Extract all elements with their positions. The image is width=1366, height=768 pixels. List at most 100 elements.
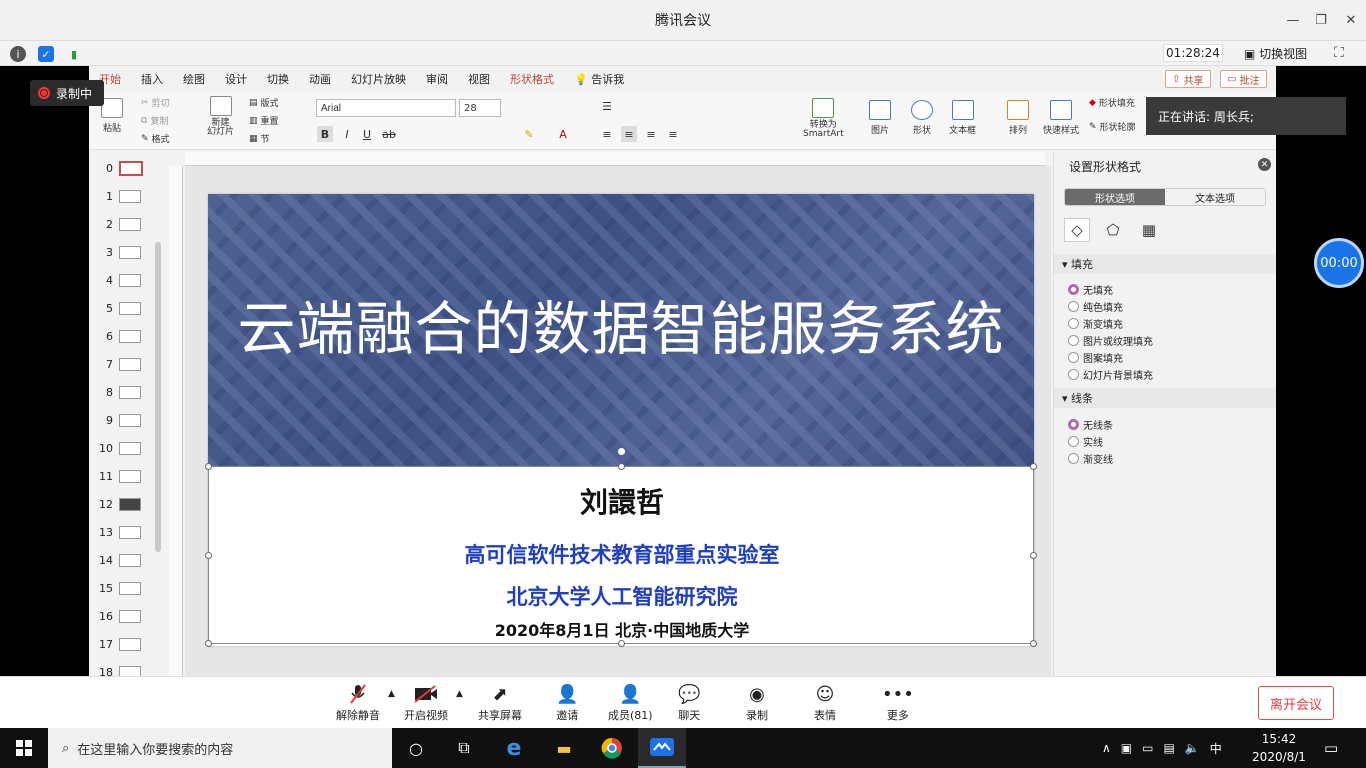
resize-handle[interactable] bbox=[205, 552, 212, 559]
maximize-button[interactable]: ❐ bbox=[1306, 0, 1336, 40]
effects-pentagon-icon[interactable]: ⬠ bbox=[1100, 218, 1126, 242]
record-button[interactable]: ◉ 录制 bbox=[746, 681, 768, 723]
leave-meeting-button[interactable]: 离开会议 bbox=[1258, 686, 1334, 720]
slide-thumb[interactable]: 6 bbox=[93, 322, 141, 350]
slide-thumb[interactable]: 1 bbox=[93, 182, 141, 210]
textbox-button[interactable]: 文本框 bbox=[949, 100, 976, 136]
fill-none-radio[interactable]: 无填充 bbox=[1068, 282, 1113, 297]
tab-insert[interactable]: 插入 bbox=[131, 66, 173, 92]
task-view-icon[interactable]: ⧉ bbox=[440, 728, 488, 768]
ime-indicator[interactable]: 中 bbox=[1210, 740, 1222, 757]
smartart-button[interactable]: 转换为 SmartArt bbox=[803, 98, 844, 139]
format-painter-button[interactable]: ✎ 格式 bbox=[141, 132, 170, 146]
shape-outline-button[interactable]: ✎ 形状轮廓 bbox=[1089, 120, 1136, 134]
tab-slideshow[interactable]: 幻灯片放映 bbox=[341, 66, 416, 92]
switch-view-button[interactable]: ▣ 切换视图 bbox=[1244, 45, 1307, 62]
shield-icon[interactable]: ✓ bbox=[38, 46, 54, 62]
slide-thumb[interactable]: 7 bbox=[93, 350, 141, 378]
fill-pattern-radio[interactable]: 图案填充 bbox=[1068, 350, 1123, 365]
font-color-icon[interactable]: A bbox=[555, 126, 571, 142]
slide-thumb[interactable]: 4 bbox=[93, 266, 141, 294]
video-options-caret[interactable]: ▲ bbox=[456, 689, 463, 699]
signal-icon[interactable]: ▮ bbox=[66, 46, 82, 62]
slide-thumb[interactable]: 18 bbox=[93, 658, 141, 676]
tab-draw[interactable]: 绘图 bbox=[173, 66, 215, 92]
minimize-button[interactable]: — bbox=[1278, 0, 1308, 40]
resize-handle[interactable] bbox=[1030, 552, 1037, 559]
bullets-icon[interactable]: ☰ bbox=[599, 98, 615, 114]
layout-button[interactable]: ▤ 版式 bbox=[249, 96, 279, 110]
fill-gradient-radio[interactable]: 渐变填充 bbox=[1068, 316, 1123, 331]
quick-style-button[interactable]: 快速样式 bbox=[1043, 100, 1079, 136]
slide-thumb[interactable]: 17 bbox=[93, 630, 141, 658]
size-properties-icon[interactable]: ▦ bbox=[1136, 218, 1162, 242]
taskbar-clock[interactable]: 15:42 2020/8/1 bbox=[1244, 730, 1314, 766]
cut-button[interactable]: ✂ 剪切 bbox=[141, 96, 170, 110]
tab-text-options[interactable]: 文本选项 bbox=[1165, 189, 1265, 205]
slide-title[interactable]: 云端融合的数据智能服务系统 bbox=[208, 282, 1034, 366]
line-solid-radio[interactable]: 实线 bbox=[1068, 434, 1103, 449]
align-left-icon[interactable]: ≡ bbox=[599, 126, 615, 142]
slide-thumb[interactable]: 5 bbox=[93, 294, 141, 322]
section-button[interactable]: ▦ 节 bbox=[249, 132, 270, 146]
align-right-icon[interactable]: ≡ bbox=[643, 126, 659, 142]
audio-options-caret[interactable]: ▲ bbox=[388, 689, 395, 699]
tab-tell-me[interactable]: 💡 告诉我 bbox=[564, 66, 634, 92]
floating-timer[interactable]: 00:00 bbox=[1314, 238, 1364, 288]
resize-handle[interactable] bbox=[205, 640, 212, 647]
highlight-icon[interactable]: ✎ bbox=[521, 126, 537, 142]
tab-shape-format[interactable]: 形状格式 bbox=[500, 66, 564, 92]
fill-solid-radio[interactable]: 纯色填充 bbox=[1068, 299, 1123, 314]
tab-animations[interactable]: 动画 bbox=[299, 66, 341, 92]
copy-button[interactable]: ⧉ 复制 bbox=[141, 114, 168, 128]
taskbar-search-input[interactable]: ⌕ 在这里输入你要搜索的内容 bbox=[48, 728, 392, 768]
resize-handle[interactable] bbox=[618, 463, 625, 470]
line-gradient-radio[interactable]: 渐变线 bbox=[1068, 451, 1113, 466]
share-screen-button[interactable]: ⬈ 共享屏幕 bbox=[478, 681, 522, 723]
paste-button[interactable]: 粘贴 bbox=[101, 98, 123, 134]
notification-icon[interactable]: ▭ bbox=[1324, 728, 1338, 768]
align-center-icon[interactable]: ≡ bbox=[621, 126, 637, 142]
fill-line-icon[interactable]: ◇ bbox=[1064, 218, 1090, 242]
resize-handle[interactable] bbox=[1030, 640, 1037, 647]
bold-button[interactable]: B bbox=[317, 126, 333, 142]
slide-thumb[interactable]: 13 bbox=[93, 518, 141, 546]
subtitle-textbox[interactable]: 刘譞哲 高可信软件技术教育部重点实验室 北京大学人工智能研究院 2020年8月1… bbox=[205, 447, 1037, 647]
slide-thumb[interactable]: 14 bbox=[93, 546, 141, 574]
slide-thumb[interactable]: 11 bbox=[93, 462, 141, 490]
comment-button[interactable]: ▭ 批注 bbox=[1220, 70, 1267, 88]
shapes-button[interactable]: 形状 bbox=[911, 100, 933, 136]
slide-thumb[interactable]: 2 bbox=[93, 210, 141, 238]
invite-button[interactable]: 👤 邀请 bbox=[556, 681, 578, 723]
tab-review[interactable]: 审阅 bbox=[416, 66, 458, 92]
members-button[interactable]: 👤 成员(81) bbox=[608, 681, 653, 723]
emoji-button[interactable]: ☺ 表情 bbox=[814, 681, 836, 723]
close-button[interactable]: ✕ bbox=[1336, 0, 1366, 40]
line-section-header[interactable]: ▾ 线条 bbox=[1054, 388, 1276, 408]
file-explorer-icon[interactable]: ▬ bbox=[540, 728, 588, 768]
slide-thumb[interactable]: 9 bbox=[93, 406, 141, 434]
share-button[interactable]: ⇧ 共享 bbox=[1165, 70, 1211, 88]
start-video-button[interactable]: 开启视频 bbox=[404, 681, 448, 723]
tray-app-icon[interactable]: ▣ bbox=[1121, 741, 1132, 755]
unmute-button[interactable]: 解除静音 bbox=[336, 681, 380, 723]
windows-start-icon[interactable] bbox=[0, 728, 48, 768]
justify-icon[interactable]: ≡ bbox=[665, 126, 681, 142]
slide-thumb[interactable]: 0 bbox=[93, 154, 143, 182]
shape-fill-button[interactable]: ◆ 形状填充 bbox=[1089, 96, 1135, 110]
resize-handle[interactable] bbox=[618, 640, 625, 647]
strike-button[interactable]: ab bbox=[381, 126, 397, 142]
line-none-radio[interactable]: 无线条 bbox=[1068, 417, 1113, 432]
slide-thumb[interactable]: 3 bbox=[93, 238, 141, 266]
fill-background-radio[interactable]: 幻灯片背景填充 bbox=[1068, 367, 1153, 382]
cortana-icon[interactable]: ○ bbox=[392, 728, 440, 768]
tab-transitions[interactable]: 切换 bbox=[257, 66, 299, 92]
picture-button[interactable]: 图片 bbox=[869, 100, 891, 136]
italic-button[interactable]: I bbox=[339, 126, 355, 142]
chat-button[interactable]: 💬 聊天 bbox=[678, 681, 700, 723]
thumbnails-scrollbar[interactable] bbox=[155, 242, 161, 552]
slide-thumb[interactable]: 10 bbox=[93, 434, 141, 462]
more-button[interactable]: ••• 更多 bbox=[882, 681, 914, 723]
font-name-dropdown[interactable]: Arial bbox=[316, 99, 456, 117]
slide-thumb[interactable]: 16 bbox=[93, 602, 141, 630]
